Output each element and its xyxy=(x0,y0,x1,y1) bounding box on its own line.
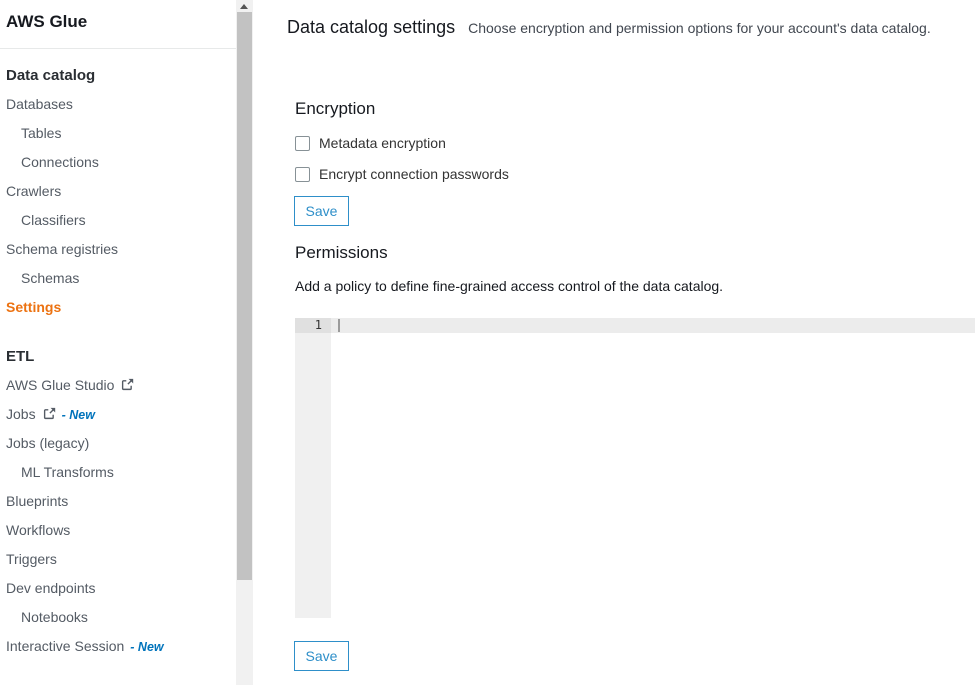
permissions-save-button[interactable]: Save xyxy=(294,641,349,671)
page-title: Data catalog settings xyxy=(287,17,455,38)
sidebar-item-interactive-session[interactable]: Interactive Session - New xyxy=(0,632,236,661)
editor-gutter: 1 xyxy=(295,318,331,618)
sidebar-item-crawlers[interactable]: Crawlers xyxy=(0,177,236,206)
encrypt-passwords-row: Encrypt connection passwords xyxy=(295,166,509,182)
encrypt-connection-passwords-checkbox[interactable] xyxy=(295,167,310,182)
sidebar-scrollbar[interactable] xyxy=(236,0,253,685)
sidebar-item-schema-registries[interactable]: Schema registries xyxy=(0,235,236,264)
permissions-heading: Permissions xyxy=(295,243,388,263)
sidebar-section-data-catalog: Data catalog xyxy=(0,61,236,90)
sidebar-section-etl: ETL xyxy=(0,342,236,371)
sidebar-item-dev-endpoints[interactable]: Dev endpoints xyxy=(0,574,236,603)
sidebar-item-settings[interactable]: Settings xyxy=(0,293,236,322)
app-title: AWS Glue xyxy=(0,0,236,49)
scroll-up-icon[interactable] xyxy=(240,4,248,9)
sidebar-item-ml-transforms[interactable]: ML Transforms xyxy=(0,458,236,487)
sidebar-item-label: Interactive Session xyxy=(6,638,124,654)
sidebar-item-tables[interactable]: Tables xyxy=(0,119,236,148)
page-subtitle: Choose encryption and permission options… xyxy=(468,20,931,36)
text-cursor-icon xyxy=(338,319,340,332)
sidebar-item-schemas[interactable]: Schemas xyxy=(0,264,236,293)
main-content: Data catalog settings Choose encryption … xyxy=(254,0,975,685)
new-badge: - New xyxy=(130,640,163,654)
sidebar-item-databases[interactable]: Databases xyxy=(0,90,236,119)
sidebar: AWS Glue Data catalog Databases Tables C… xyxy=(0,0,236,685)
checkbox-label: Encrypt connection passwords xyxy=(319,166,509,182)
sidebar-item-label: AWS Glue Studio xyxy=(6,377,114,393)
sidebar-item-workflows[interactable]: Workflows xyxy=(0,516,236,545)
sidebar-nav: Data catalog Databases Tables Connection… xyxy=(0,49,236,661)
sidebar-item-jobs-legacy[interactable]: Jobs (legacy) xyxy=(0,429,236,458)
sidebar-item-blueprints[interactable]: Blueprints xyxy=(0,487,236,516)
encryption-heading: Encryption xyxy=(295,99,375,119)
metadata-encryption-row: Metadata encryption xyxy=(295,135,446,151)
external-link-icon xyxy=(121,372,134,401)
line-number: 1 xyxy=(295,318,331,333)
new-badge: - New xyxy=(62,408,95,422)
external-link-icon xyxy=(43,401,56,430)
policy-editor[interactable]: 1 xyxy=(295,318,975,618)
sidebar-item-notebooks[interactable]: Notebooks xyxy=(0,603,236,632)
encryption-save-button[interactable]: Save xyxy=(294,196,349,226)
sidebar-item-aws-glue-studio[interactable]: AWS Glue Studio xyxy=(0,371,236,400)
editor-active-line[interactable] xyxy=(331,318,975,333)
checkbox-label: Metadata encryption xyxy=(319,135,446,151)
sidebar-item-triggers[interactable]: Triggers xyxy=(0,545,236,574)
metadata-encryption-checkbox[interactable] xyxy=(295,136,310,151)
permissions-description: Add a policy to define fine-grained acce… xyxy=(295,278,723,294)
page-header: Data catalog settings Choose encryption … xyxy=(287,17,931,38)
sidebar-item-connections[interactable]: Connections xyxy=(0,148,236,177)
sidebar-item-jobs[interactable]: Jobs - New xyxy=(0,400,236,429)
sidebar-item-classifiers[interactable]: Classifiers xyxy=(0,206,236,235)
sidebar-item-label: Jobs xyxy=(6,406,36,422)
scrollbar-thumb[interactable] xyxy=(237,12,252,580)
